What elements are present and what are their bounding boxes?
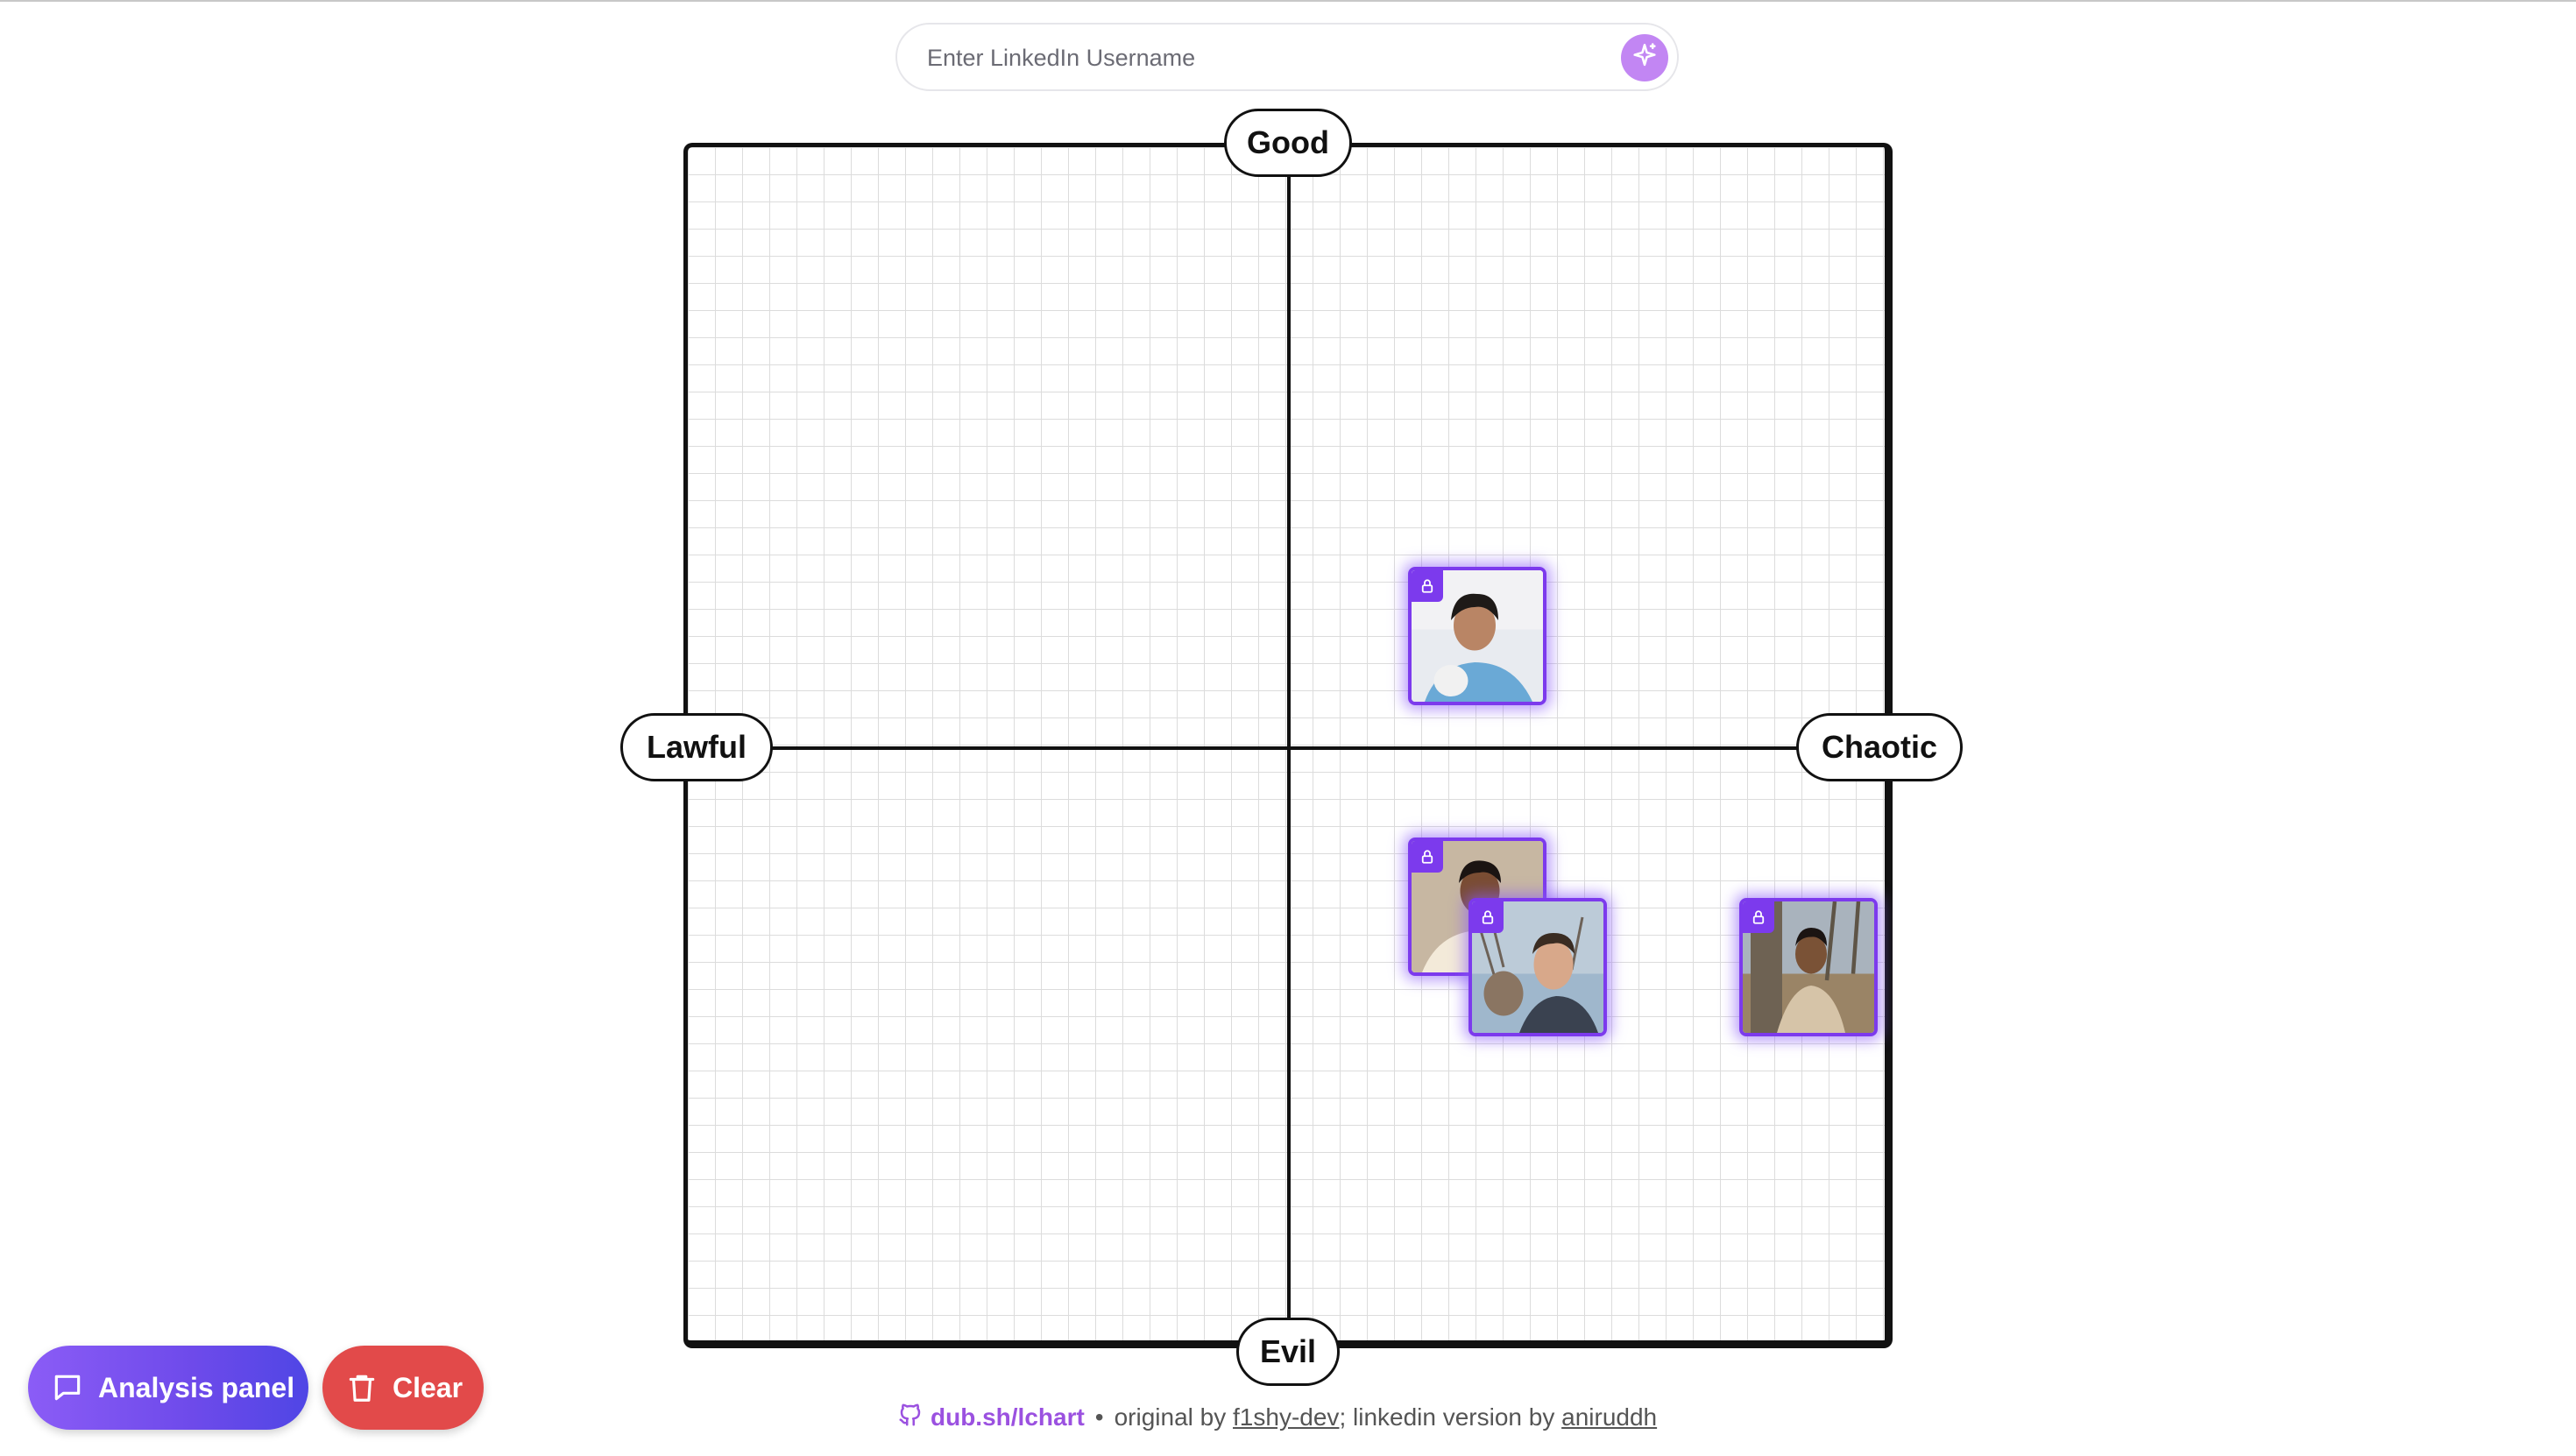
lock-icon[interactable]: [1743, 901, 1774, 933]
linkedin-username-input[interactable]: [925, 25, 1595, 91]
analysis-panel-label: Analysis panel: [98, 1371, 295, 1403]
linkedin-version-text: ; linkedin version by: [1339, 1403, 1555, 1431]
axis-label-lawful: Lawful: [620, 713, 773, 781]
lock-icon[interactable]: [1412, 570, 1443, 602]
footer: dub.sh/lchart • original by f1shy-dev; l…: [897, 1400, 1686, 1435]
clear-label: Clear: [393, 1371, 464, 1403]
analysis-panel-button[interactable]: Analysis panel: [28, 1346, 308, 1430]
repo-link-text: dub.sh/lchart: [931, 1403, 1085, 1431]
axis-label-evil: Evil: [1236, 1318, 1340, 1386]
github-icon: [897, 1402, 931, 1434]
sparkle-icon: [1630, 41, 1660, 75]
repo-link[interactable]: dub.sh/lchart: [897, 1402, 1085, 1434]
top-border: [0, 0, 2576, 2]
original-by-text: original by: [1114, 1403, 1227, 1431]
trash-icon: [345, 1371, 379, 1404]
search-bar: [895, 23, 1679, 91]
vertical-axis: [1287, 147, 1291, 1342]
axis-label-chaotic: Chaotic: [1796, 713, 1963, 781]
lock-icon[interactable]: [1472, 901, 1504, 933]
message-square-icon: [51, 1371, 84, 1404]
profile-card[interactable]: [1468, 898, 1607, 1036]
generate-button[interactable]: [1621, 34, 1668, 81]
lock-icon[interactable]: [1412, 841, 1443, 873]
profile-card[interactable]: [1408, 567, 1546, 705]
axis-label-good: Good: [1224, 109, 1352, 177]
footer-separator: •: [1094, 1403, 1104, 1431]
version-author-link[interactable]: aniruddh: [1561, 1403, 1657, 1431]
horizontal-axis: [688, 746, 1885, 750]
clear-button[interactable]: Clear: [322, 1346, 484, 1430]
profile-card[interactable]: [1739, 898, 1878, 1036]
original-author-link[interactable]: f1shy-dev: [1233, 1403, 1339, 1431]
